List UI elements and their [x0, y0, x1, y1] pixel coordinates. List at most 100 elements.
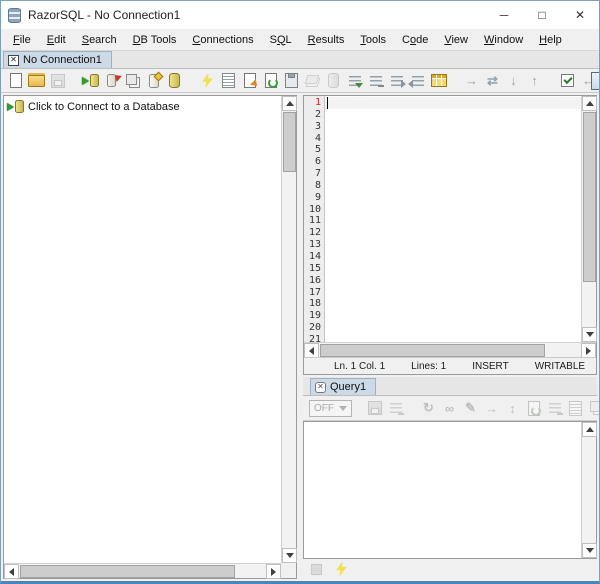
window-icon: [586, 399, 599, 418]
text-caret: [327, 97, 328, 109]
save-results-icon: [364, 399, 385, 418]
menu-item-db-tools[interactable]: DB Tools: [125, 31, 185, 49]
go-up-icon[interactable]: ↑: [524, 71, 545, 90]
menu-item-window[interactable]: Window: [476, 31, 531, 49]
stop-icon: [306, 560, 327, 579]
indent-icon[interactable]: [386, 71, 407, 90]
line-number: 14: [308, 250, 321, 262]
maximize-button[interactable]: □: [523, 1, 561, 29]
menu-item-view[interactable]: View: [436, 31, 476, 49]
editor-status-bar: Ln. 1 Col. 1 Lines: 1 INSERT WRITABLE De…: [304, 357, 596, 374]
execute-all-icon[interactable]: [218, 71, 239, 90]
query-results-area: [303, 421, 597, 559]
reload-icon[interactable]: [260, 71, 281, 90]
line-count: Lines: 1: [411, 360, 447, 372]
menu-item-help[interactable]: Help: [531, 31, 570, 49]
scroll-up-button[interactable]: [582, 422, 597, 437]
scrollbar-thumb[interactable]: [283, 112, 296, 172]
auto-commit-dropdown: OFF: [309, 399, 352, 417]
table-editor-icon[interactable]: [428, 71, 449, 90]
query-tab-bar: ✕ Query1: [303, 377, 597, 396]
refresh-results-icon: [523, 399, 544, 418]
status-lightning-icon[interactable]: [331, 560, 352, 579]
sql-editor-textarea[interactable]: [325, 96, 581, 342]
clipped-toolbar-icon[interactable]: [591, 72, 599, 90]
insert-mode: INSERT: [472, 360, 509, 372]
format-sql-icon[interactable]: [344, 71, 365, 90]
menu-item-results[interactable]: Results: [300, 31, 353, 49]
scrollbar-thumb[interactable]: [320, 344, 545, 357]
scroll-down-button[interactable]: [282, 548, 297, 563]
copy-connection-icon[interactable]: [122, 71, 143, 90]
sql-editor: 1 2 3 4 5 6 7 8 9 10 11 12 13 14 15 16 17 18 19 20 21: [303, 95, 597, 375]
paste-icon[interactable]: [281, 71, 302, 90]
close-button[interactable]: ✕: [561, 1, 599, 29]
line-number: 4: [314, 132, 321, 144]
line-number: 13: [308, 239, 321, 251]
scroll-down-button[interactable]: [582, 327, 597, 342]
scrollbar-thumb[interactable]: [583, 112, 596, 282]
editor-vertical-scrollbar[interactable]: [581, 96, 597, 342]
minimize-button[interactable]: ─: [485, 1, 523, 29]
undo-redo-icon: ↻: [423, 400, 434, 415]
new-connection-icon[interactable]: [143, 71, 164, 90]
list-view-icon: [565, 399, 586, 418]
spell-check-icon[interactable]: [557, 71, 578, 90]
tree-vertical-scrollbar[interactable]: [281, 96, 297, 563]
query-tab-label: Query1: [330, 381, 367, 393]
query-tab-close-icon[interactable]: ✕: [315, 381, 326, 393]
tab-query1[interactable]: ✕ Query1: [310, 378, 377, 395]
connect-tree-item[interactable]: Click to Connect to a Database: [4, 96, 281, 114]
line-number: 12: [308, 227, 321, 239]
scrollbar-thumb[interactable]: [20, 565, 235, 578]
scroll-up-button[interactable]: [582, 96, 597, 111]
database-icon[interactable]: [164, 71, 185, 90]
scroll-up-button[interactable]: [282, 96, 297, 111]
connect-database-icon: [7, 99, 24, 114]
sort-icon: ↕: [509, 400, 516, 416]
editor-horizontal-scrollbar[interactable]: [304, 342, 596, 358]
tab-no-connection1[interactable]: ✕ No Connection1: [3, 51, 112, 68]
scroll-right-button[interactable]: [581, 343, 596, 358]
menu-item-connections[interactable]: Connections: [184, 31, 261, 49]
line-number: 18: [308, 298, 321, 310]
outdent-icon[interactable]: [407, 71, 428, 90]
menu-item-tools[interactable]: Tools: [352, 31, 394, 49]
connection-tree: Click to Connect to a Database: [4, 96, 281, 563]
disconnect-icon[interactable]: [101, 71, 122, 90]
right-panel: 1 2 3 4 5 6 7 8 9 10 11 12 13 14 15 16 17 18 19 20 21: [303, 95, 597, 579]
new-file-icon[interactable]: [5, 71, 26, 90]
menu-item-file[interactable]: File: [5, 31, 39, 49]
menu-item-edit[interactable]: Edit: [39, 31, 74, 49]
execute-sql-icon[interactable]: [197, 71, 218, 90]
window-title: RazorSQL - No Connection1: [28, 8, 181, 22]
menu-item-search[interactable]: Search: [74, 31, 125, 49]
open-file-icon[interactable]: [26, 71, 47, 90]
scroll-right-button[interactable]: [266, 564, 281, 579]
scroll-left-button[interactable]: [4, 564, 19, 579]
scroll-down-button[interactable]: [582, 543, 597, 558]
line-number: 6: [314, 156, 321, 168]
go-forward-icon[interactable]: →: [461, 71, 482, 90]
menu-item-code[interactable]: Code: [394, 31, 436, 49]
writable-status: WRITABLE: [534, 360, 586, 372]
comment-icon[interactable]: [365, 71, 386, 90]
tab-close-icon[interactable]: ✕: [8, 54, 19, 66]
main-toolbar: →⇄↓↑←On: [1, 69, 599, 93]
line-number: 9: [314, 191, 321, 203]
tree-horizontal-scrollbar[interactable]: [4, 563, 281, 579]
scroll-left-button[interactable]: [304, 343, 319, 358]
save-icon: [47, 71, 68, 90]
line-number: 1: [314, 97, 321, 108]
menu-item-sql[interactable]: SQL: [262, 31, 300, 49]
go-down-icon[interactable]: ↓: [503, 71, 524, 90]
view-results-icon: ∞: [444, 400, 455, 416]
line-number: 17: [308, 286, 321, 298]
results-vertical-scrollbar[interactable]: [581, 422, 597, 558]
swap-icon[interactable]: ⇄: [482, 71, 503, 90]
export-icon[interactable]: [239, 71, 260, 90]
query-results-body[interactable]: [304, 422, 581, 558]
title-bar: RazorSQL - No Connection1 ─ □ ✕: [1, 1, 599, 29]
line-number: 20: [308, 322, 321, 334]
connect-icon[interactable]: [80, 71, 101, 90]
